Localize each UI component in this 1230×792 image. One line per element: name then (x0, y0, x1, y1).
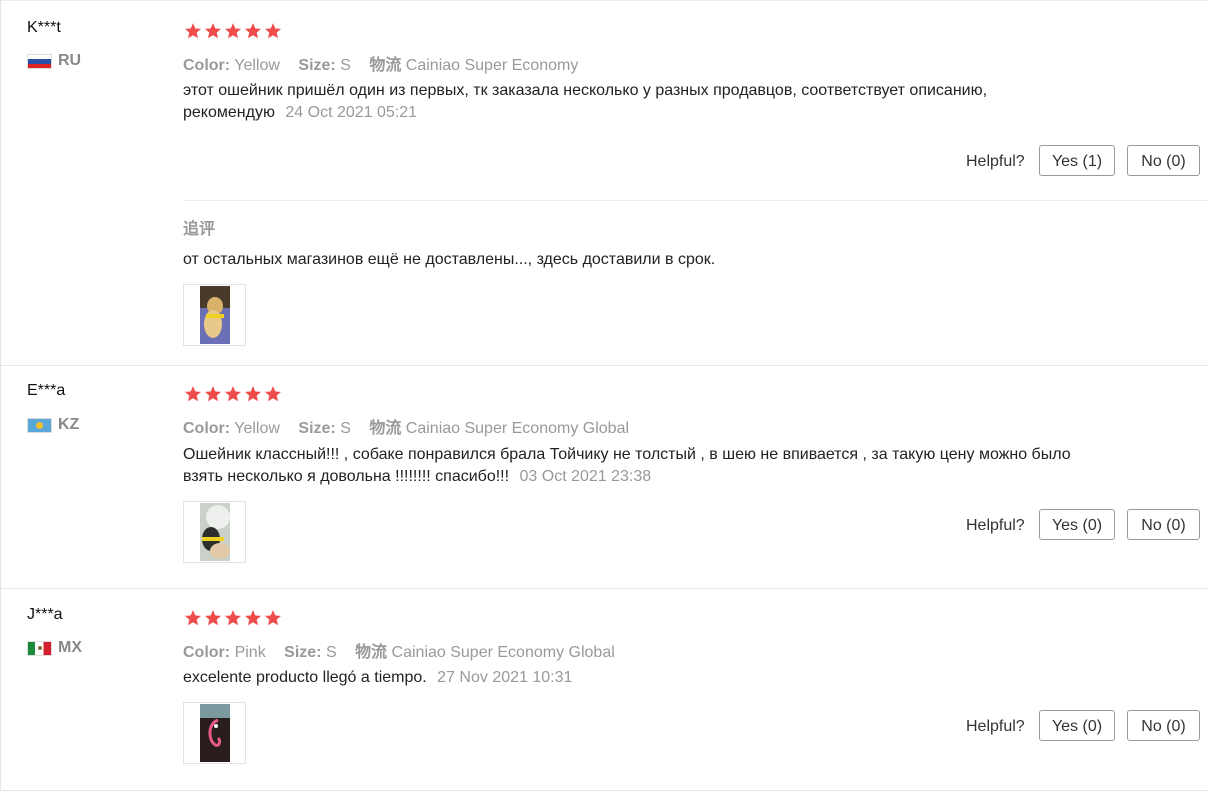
logistics-label: 物流 (369, 57, 402, 74)
logistics-label: 物流 (369, 420, 402, 437)
star-icon (184, 610, 202, 626)
order-info: Color: Pink Size: S 物流 Cainiao Super Eco… (183, 638, 615, 662)
review-text: Ошейник классный!!! , собаке понравился … (183, 444, 1083, 488)
helpful-no-button[interactable]: No (0) (1127, 710, 1200, 741)
color-label: Color: (183, 420, 231, 437)
color-value: Yellow (234, 420, 280, 437)
star-icon (264, 23, 282, 39)
star-icon (244, 610, 262, 626)
logistics-label: 物流 (355, 644, 388, 661)
review-photo-thumbnail[interactable] (183, 702, 246, 764)
review-divider (0, 588, 1208, 589)
reviewer-country: MX (27, 639, 82, 657)
reviewer-name: E***a (27, 382, 66, 399)
review-body: excelente producto llegó a tiempo. (183, 669, 427, 686)
country-code: MX (58, 639, 82, 656)
star-icon (224, 610, 242, 626)
dog-photo-icon (200, 286, 230, 344)
star-icon (184, 23, 202, 39)
russia-flag-icon (27, 53, 52, 69)
star-rating (184, 609, 282, 627)
helpful-label: Helpful? (966, 517, 1025, 534)
review-date: 03 Oct 2021 23:38 (519, 468, 652, 485)
followup-text: от остальных магазинов ещё не доставлены… (183, 251, 716, 268)
size-value: S (340, 420, 351, 437)
star-icon (244, 386, 262, 402)
country-code: KZ (58, 416, 80, 433)
helpful-yes-button[interactable]: Yes (0) (1039, 710, 1115, 741)
kazakhstan-flag-icon (27, 417, 52, 433)
dog-photo-icon (200, 503, 230, 561)
size-value: S (340, 57, 351, 74)
review-text: этот ошейник пришёл один из первых, тк з… (183, 80, 1083, 124)
review-date: 27 Nov 2021 10:31 (437, 669, 573, 686)
country-code: RU (58, 52, 82, 69)
star-icon (244, 23, 262, 39)
mexico-flag-icon (27, 640, 52, 656)
color-label: Color: (183, 644, 231, 661)
size-label: Size: (298, 57, 336, 74)
helpful-yes-button[interactable]: Yes (0) (1039, 509, 1115, 540)
helpful-no-button[interactable]: No (0) (1127, 145, 1200, 176)
helpful-no-button[interactable]: No (0) (1127, 509, 1200, 540)
star-icon (204, 610, 222, 626)
star-rating (184, 22, 282, 40)
logistics-value: Cainiao Super Economy (405, 57, 579, 74)
logistics-value: Cainiao Super Economy Global (391, 644, 615, 661)
review-date: 24 Oct 2021 05:21 (285, 104, 418, 121)
star-icon (264, 610, 282, 626)
color-label: Color: (183, 57, 231, 74)
color-value: Pink (234, 644, 266, 661)
reviewer-name: K***t (27, 19, 61, 36)
star-icon (204, 386, 222, 402)
order-info: Color: Yellow Size: S 物流 Cainiao Super E… (183, 414, 629, 438)
collar-photo-icon (200, 704, 230, 762)
review-photo-thumbnail[interactable] (183, 501, 246, 563)
star-icon (204, 23, 222, 39)
star-icon (224, 23, 242, 39)
order-info: Color: Yellow Size: S 物流 Cainiao Super E… (183, 51, 578, 75)
reviewer-name: J***a (27, 606, 63, 623)
star-icon (184, 386, 202, 402)
reviewer-country: RU (27, 52, 81, 70)
review-divider (0, 365, 1208, 366)
helpful-yes-button[interactable]: Yes (1) (1039, 145, 1115, 176)
followup-label: 追评 (183, 221, 216, 238)
star-rating (184, 385, 282, 403)
review-text: excelente producto llegó a tiempo. 27 No… (183, 667, 1083, 689)
review-photo-thumbnail[interactable] (183, 284, 246, 346)
helpful-label: Helpful? (966, 718, 1025, 735)
size-label: Size: (298, 420, 336, 437)
logistics-value: Cainiao Super Economy Global (405, 420, 630, 437)
reviewer-country: KZ (27, 416, 79, 434)
divider (183, 200, 1208, 201)
star-icon (224, 386, 242, 402)
size-label: Size: (284, 644, 322, 661)
size-value: S (325, 644, 337, 661)
helpful-label: Helpful? (966, 153, 1025, 170)
color-value: Yellow (234, 57, 280, 74)
star-icon (264, 386, 282, 402)
